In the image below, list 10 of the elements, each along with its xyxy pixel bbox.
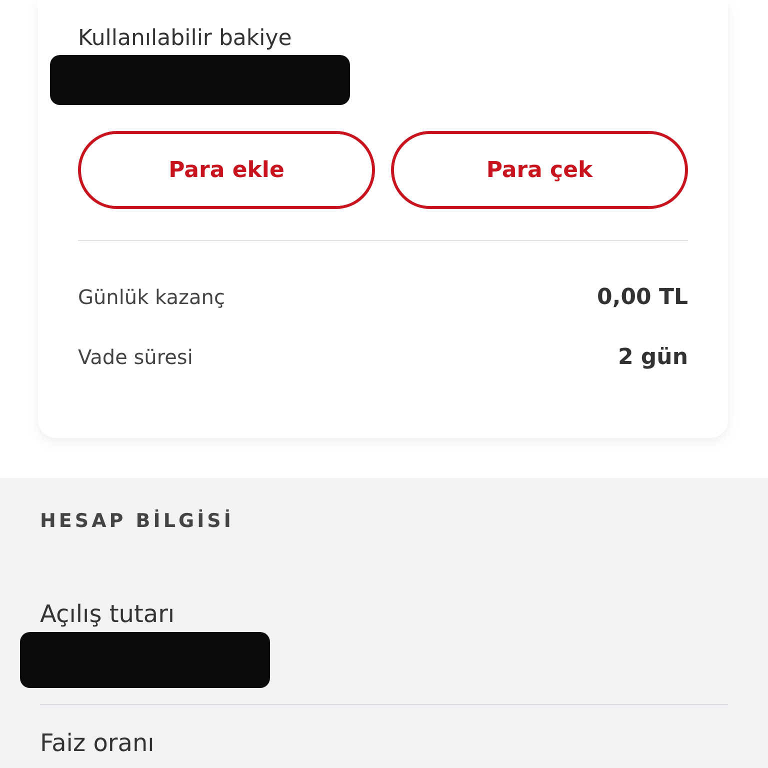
field-label: Açılış tutarı bbox=[40, 600, 176, 628]
balance-label: Kullanılabilir bakiye bbox=[78, 26, 293, 51]
section-heading: HESAP BİLGİSİ bbox=[40, 510, 235, 532]
action-button[interactable]: Para çek bbox=[391, 131, 688, 209]
action-button[interactable]: Para ekle bbox=[78, 131, 375, 209]
detail-label: Vade süresi bbox=[78, 345, 193, 369]
detail-value: 0,00 TL bbox=[597, 284, 688, 310]
field-label: Faiz oranı bbox=[40, 729, 156, 757]
detail-value: 2 gün bbox=[618, 344, 688, 370]
detail-label: Günlük kazanç bbox=[78, 285, 225, 309]
